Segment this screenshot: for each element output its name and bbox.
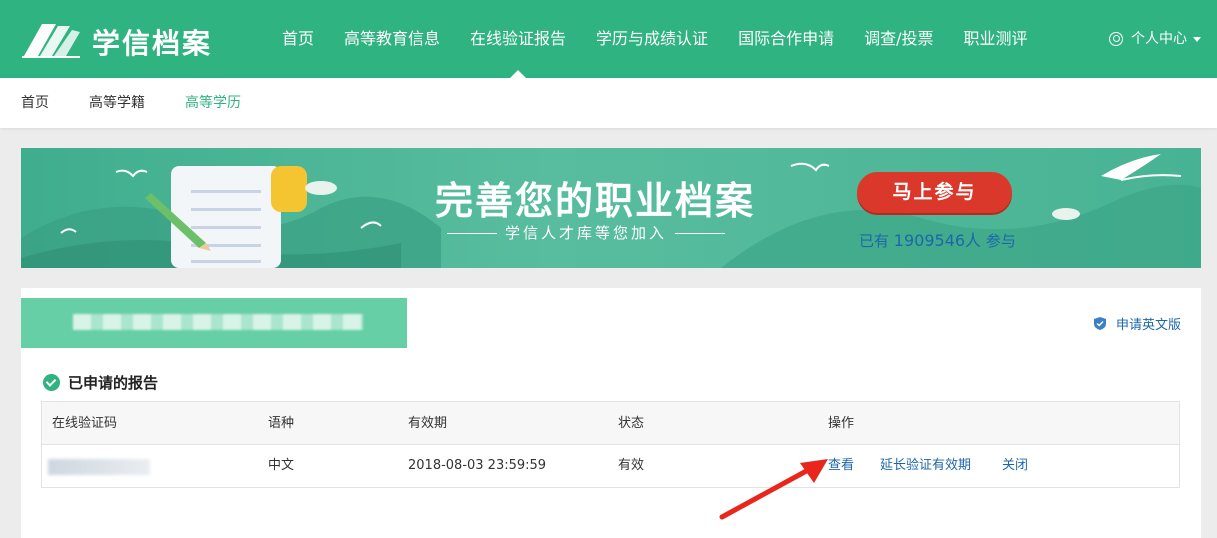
- user-center-menu[interactable]: 个人中心: [1109, 0, 1201, 78]
- nav-item-home[interactable]: 首页: [270, 0, 326, 78]
- check-circle-icon: [43, 374, 60, 391]
- annotation-arrow-icon: [719, 459, 828, 520]
- career-profile-banner[interactable]: 完善您的职业档案 学信人才库等您加入 马上参与 已有 1909546人 参与: [21, 148, 1201, 268]
- header-code: 在线验证码: [52, 416, 118, 431]
- nav-item-career-test[interactable]: 职业测评: [951, 0, 1039, 78]
- top-navbar: 学信档案 首页 高等教育信息 在线验证报告 学历与成绩认证 国际合作申请 调查/…: [0, 0, 1217, 78]
- apply-english-link[interactable]: 申请英文版: [1093, 314, 1181, 333]
- breadcrumb: 首页 高等学籍 高等学历: [0, 78, 1217, 128]
- divider-left: [446, 233, 497, 234]
- user-center-label: 个人中心: [1131, 31, 1187, 47]
- table-header: 在线验证码 语种 有效期 状态 操作: [42, 402, 1179, 445]
- nav-item-degree-certification[interactable]: 学历与成绩认证: [584, 0, 720, 78]
- banner-subtitle: 学信人才库等您加入: [435, 222, 737, 243]
- student-name-bar: [21, 298, 407, 348]
- header-actions: 操作: [828, 416, 855, 431]
- joined-count: 1909546人: [893, 231, 982, 250]
- section-title-text: 已申请的报告: [68, 374, 159, 392]
- banner-title: 完善您的职业档案: [435, 178, 756, 223]
- row-status: 有效: [618, 458, 645, 473]
- main-nav: 首页 高等教育信息 在线验证报告 学历与成绩认证 国际合作申请 调查/投票 职业…: [270, 0, 1046, 78]
- site-logo[interactable]: 学信档案: [22, 16, 217, 60]
- nav-item-survey[interactable]: 调查/投票: [852, 0, 945, 78]
- report-panel: 申请英文版 已申请的报告 在线验证码 语种 有效期 状态 操作 中文 2018-…: [21, 288, 1201, 538]
- nav-item-international[interactable]: 国际合作申请: [726, 0, 846, 78]
- divider-right: [675, 233, 725, 234]
- redacted-verification-code: [48, 459, 150, 475]
- shield-icon: [1093, 317, 1106, 330]
- logo-book-icon: [22, 24, 80, 58]
- apply-english-label: 申请英文版: [1115, 318, 1181, 333]
- logo-text: 学信档案: [92, 27, 213, 60]
- banner-subtitle-text: 学信人才库等您加入: [504, 224, 667, 242]
- table-row: 中文 2018-08-03 23:59:59 有效 查看 延长验证有效期 关闭: [42, 445, 1179, 487]
- breadcrumb-item-enrollment[interactable]: 高等学籍: [89, 78, 145, 128]
- joined-prefix: 已有: [859, 232, 890, 250]
- header-status: 状态: [618, 416, 645, 431]
- header-language: 语种: [268, 416, 295, 431]
- breadcrumb-item-degree[interactable]: 高等学历: [185, 78, 241, 128]
- chevron-down-icon: [1193, 36, 1201, 42]
- report-table: 在线验证码 语种 有效期 状态 操作 中文 2018-08-03 23:59:5…: [41, 401, 1180, 488]
- close-report-link[interactable]: 关闭: [1002, 445, 1028, 487]
- row-language: 中文: [268, 458, 295, 473]
- section-title: 已申请的报告: [43, 372, 158, 393]
- nav-item-higher-education[interactable]: 高等教育信息: [332, 0, 452, 78]
- joined-suffix: 参与: [985, 232, 1016, 250]
- breadcrumb-item-home[interactable]: 首页: [21, 78, 49, 128]
- header-expiry: 有效期: [408, 416, 448, 431]
- redacted-name: [73, 314, 363, 330]
- user-icon: [1109, 32, 1123, 46]
- row-expiry: 2018-08-03 23:59:59: [408, 458, 547, 473]
- extend-validity-link[interactable]: 延长验证有效期: [880, 445, 971, 487]
- join-now-button[interactable]: 马上参与: [857, 172, 1012, 213]
- joined-count-text: 已有 1909546人 参与: [859, 227, 1016, 251]
- nav-item-online-verification[interactable]: 在线验证报告: [458, 0, 578, 78]
